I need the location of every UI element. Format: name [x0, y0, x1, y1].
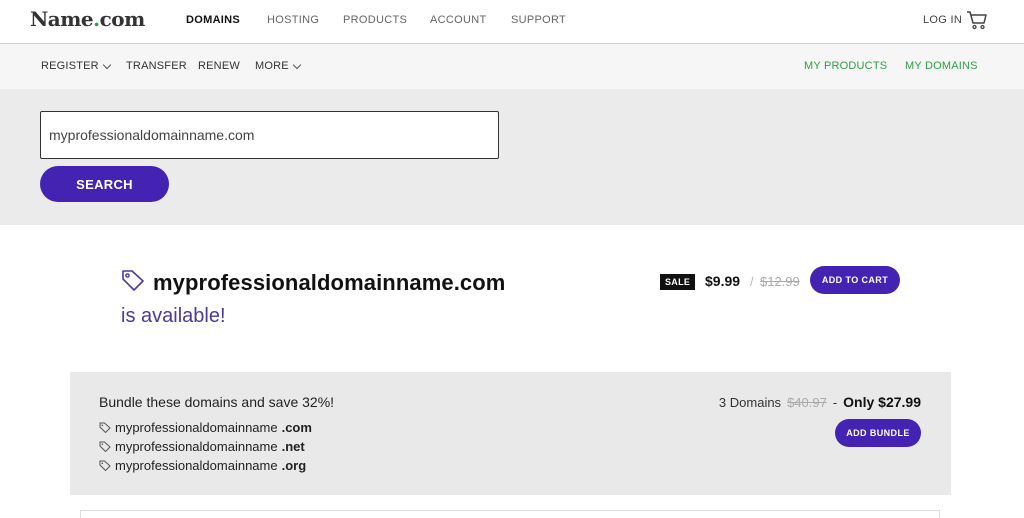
search-button[interactable]: SEARCH — [40, 166, 169, 202]
logo-name: Name — [30, 7, 94, 31]
tag-icon — [99, 422, 111, 433]
subnav-register-label: REGISTER — [41, 60, 99, 72]
bundle-price: Only $27.99 — [843, 394, 921, 410]
cart-icon[interactable] — [966, 10, 988, 30]
search-input[interactable] — [40, 111, 499, 159]
nav-support[interactable]: SUPPORT — [511, 14, 566, 26]
add-to-cart-button[interactable]: ADD TO CART — [810, 266, 900, 294]
nav-products[interactable]: PRODUCTS — [343, 14, 407, 26]
logo[interactable]: Name.com — [30, 7, 145, 31]
list-item: myprofessionaldomainname .com — [99, 418, 312, 437]
tag-icon — [122, 270, 144, 291]
availability-status: is available! — [121, 305, 226, 327]
logo-tld: com — [99, 7, 146, 31]
bundle-domain-name: myprofessionaldomainname — [115, 458, 278, 473]
bundle-domain-tld: .org — [281, 458, 307, 473]
nav-account[interactable]: ACCOUNT — [430, 14, 487, 26]
sub-nav: REGISTER TRANSFER RENEW MORE MY PRODUCTS… — [0, 44, 1024, 89]
search-panel: SEARCH — [0, 89, 1024, 225]
bundle-dash: - — [832, 395, 838, 410]
tag-icon — [99, 460, 111, 471]
subnav-my-products[interactable]: MY PRODUCTS — [804, 60, 887, 72]
chevron-down-icon — [292, 60, 302, 69]
bundle-domain-tld: .com — [281, 420, 312, 435]
lower-card — [80, 510, 940, 518]
bundle-title: Bundle these domains and save 32%! — [99, 394, 335, 410]
nav-domains[interactable]: DOMAINS — [186, 14, 240, 26]
original-price: $12.99 — [760, 274, 800, 289]
subnav-renew[interactable]: RENEW — [198, 60, 240, 72]
bundle-domain-name: myprofessionaldomainname — [115, 439, 278, 454]
top-nav: Name.com DOMAINS HOSTING PRODUCTS ACCOUN… — [0, 0, 1024, 44]
price-separator: / — [750, 274, 754, 289]
bundle-panel: Bundle these domains and save 32%! mypro… — [70, 372, 951, 495]
subnav-my-domains[interactable]: MY DOMAINS — [905, 60, 978, 72]
bundle-domain-tld: .net — [281, 439, 305, 454]
login-link[interactable]: LOG IN — [923, 14, 962, 26]
bundle-original-price: $40.97 — [787, 395, 827, 410]
add-bundle-button[interactable]: ADD BUNDLE — [835, 419, 921, 447]
nav-hosting[interactable]: HOSTING — [267, 14, 319, 26]
sale-price: $9.99 — [705, 273, 741, 289]
subnav-renew-label: RENEW — [198, 60, 240, 72]
bundle-domain-name: myprofessionaldomainname — [115, 420, 278, 435]
bundle-count: 3 Domains — [718, 395, 782, 410]
subnav-more-label: MORE — [255, 60, 289, 72]
result-domain: myprofessionaldomainname.com — [153, 270, 506, 295]
chevron-down-icon — [102, 60, 112, 69]
list-item: myprofessionaldomainname .org — [99, 456, 312, 475]
subnav-more[interactable]: MORE — [255, 60, 302, 72]
subnav-transfer-label: TRANSFER — [126, 60, 187, 72]
subnav-register[interactable]: REGISTER — [41, 60, 112, 72]
bundle-summary: 3 Domains $40.97 - Only $27.99 — [719, 394, 921, 410]
subnav-transfer[interactable]: TRANSFER — [126, 60, 187, 72]
list-item: myprofessionaldomainname .net — [99, 437, 312, 456]
tag-icon — [99, 441, 111, 452]
sale-badge: SALE — [660, 274, 696, 290]
bundle-domain-list: myprofessionaldomainname .com myprofessio… — [99, 418, 312, 475]
